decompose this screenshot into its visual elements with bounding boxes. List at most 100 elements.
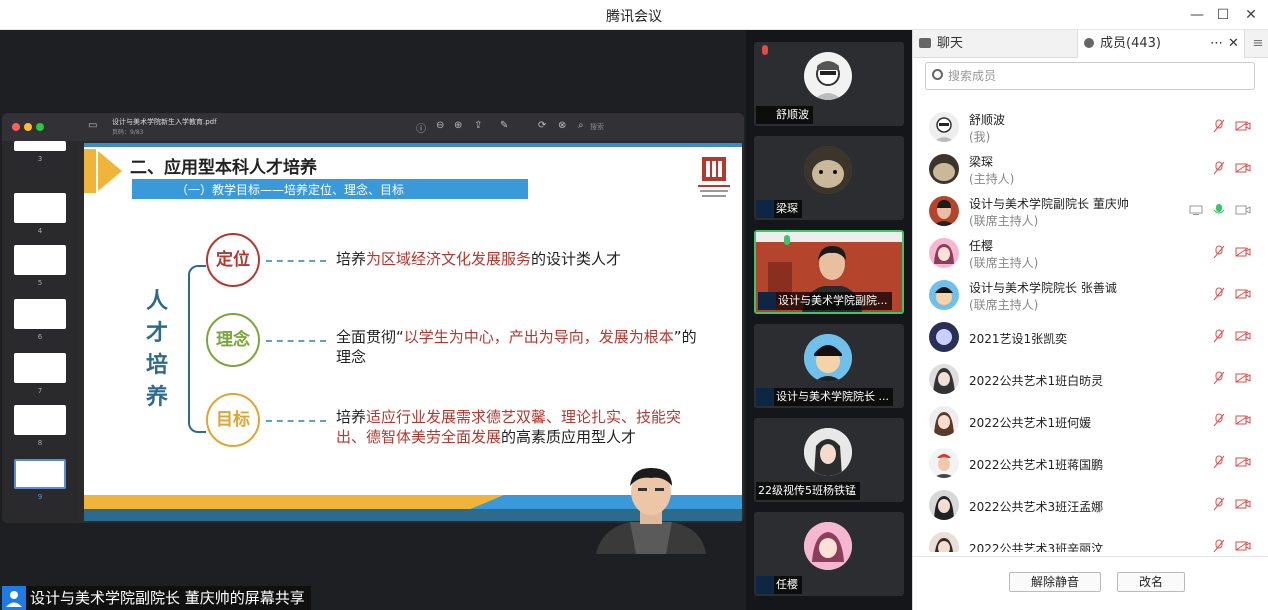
- more-options-icon[interactable]: ⋯: [1210, 30, 1223, 58]
- page-thumbnail[interactable]: [14, 299, 66, 329]
- avatar: [804, 146, 852, 194]
- camera-icon[interactable]: [1235, 205, 1251, 215]
- pdf-search-field[interactable]: 搜索: [590, 122, 604, 132]
- member-row[interactable]: 设计与美术学院副院长 董庆帅 (联席主持人): [913, 190, 1268, 232]
- minimize-button[interactable]: —: [1186, 5, 1208, 25]
- camera-off-icon[interactable]: [1235, 247, 1251, 257]
- avatar: [929, 322, 959, 352]
- member-row[interactable]: 2021艺设1张凯奕: [913, 316, 1268, 358]
- search-placeholder: 搜索成员: [948, 69, 997, 83]
- mic-muted-icon: [762, 45, 768, 55]
- page-thumbnail[interactable]: [14, 353, 66, 383]
- video-tile[interactable]: 任樱: [754, 512, 904, 596]
- mic-muted-icon[interactable]: [1213, 161, 1225, 175]
- page-number: 5: [37, 279, 43, 287]
- member-search-input[interactable]: 搜索成员: [925, 62, 1255, 90]
- member-name: 2021艺设1张凯奕: [969, 332, 1068, 346]
- avatar: [929, 196, 959, 226]
- sidebar-toggle-icon[interactable]: ▭: [88, 120, 97, 131]
- panel-tabs: 聊天 成员(443) ⋯ ✕ ≡: [913, 30, 1268, 58]
- page-thumbnail-selected[interactable]: [14, 459, 66, 489]
- close-dot-icon[interactable]: [12, 123, 20, 131]
- maximize-button[interactable]: ☐: [1212, 5, 1234, 25]
- member-row[interactable]: 2022公共艺术3班辛丽汶: [913, 526, 1268, 552]
- page-thumbnail[interactable]: [14, 405, 66, 435]
- video-tile[interactable]: 设计与美术学院院长 ...: [754, 324, 904, 408]
- member-row[interactable]: 2022公共艺术1班蒋国鹏: [913, 442, 1268, 484]
- page-thumbnail[interactable]: [14, 141, 66, 151]
- avatar: [929, 406, 959, 436]
- mic-muted-icon[interactable]: [1213, 539, 1225, 552]
- item-text-goal: 培养适应行业发展需求德艺双馨、理论扎实、技能突出、德智体美劳全面发展的高素质应用…: [336, 408, 682, 446]
- member-row[interactable]: 舒顺波 (我): [913, 106, 1268, 148]
- member-row[interactable]: 任樱 (联席主持人): [913, 232, 1268, 274]
- annotate-icon[interactable]: ⊗: [558, 120, 566, 131]
- page-number: 9: [37, 493, 43, 501]
- screen-share-status[interactable]: 设计与美术学院副院长 董庆帅的屏幕共享: [2, 586, 311, 610]
- camera-off-icon[interactable]: [1235, 331, 1251, 341]
- avatar: [929, 364, 959, 394]
- share-icon[interactable]: ⇪: [474, 120, 482, 131]
- member-row[interactable]: 2022公共艺术1班何媛: [913, 400, 1268, 442]
- tab-members[interactable]: 成员(443) ⋯ ✕: [1077, 30, 1245, 58]
- zoom-in-icon[interactable]: ⊕: [454, 120, 462, 131]
- mic-muted-icon[interactable]: [1213, 119, 1225, 133]
- mic-muted-icon[interactable]: [1213, 329, 1225, 343]
- member-name: 设计与美术学院院长 张善诚: [969, 281, 1117, 295]
- vertical-char: 人: [146, 289, 169, 314]
- pdf-filename: 设计与美术学院新生入学教育.pdf: [112, 118, 217, 126]
- member-name: 2022公共艺术3班汪孟娜: [969, 500, 1104, 514]
- mic-muted-icon[interactable]: [1213, 371, 1225, 385]
- video-tile[interactable]: 舒顺波: [754, 42, 904, 126]
- pdf-page-info: 页码：9/83: [112, 129, 144, 136]
- close-button[interactable]: ✕: [1240, 5, 1262, 25]
- panel-menu-icon[interactable]: ≡: [1247, 30, 1268, 58]
- rename-button[interactable]: 改名: [1117, 572, 1185, 592]
- camera-off-icon[interactable]: [1235, 121, 1251, 131]
- footer-bar-accent: [84, 495, 504, 509]
- minimize-dot-icon[interactable]: [24, 123, 32, 131]
- camera-off-icon[interactable]: [1235, 373, 1251, 383]
- page-number: 7: [37, 387, 43, 395]
- mic-on-icon[interactable]: [1213, 203, 1225, 217]
- page-number: 3: [37, 155, 43, 163]
- screen-share-area: ▭ 设计与美术学院新生入学教育.pdf 页码：9/83 ⓘ ⊖ ⊕ ⇪ ✎ ⟳ …: [0, 30, 746, 610]
- info-icon[interactable]: ⓘ: [416, 120, 426, 135]
- camera-off-icon[interactable]: [1235, 457, 1251, 467]
- tab-chat[interactable]: 聊天: [913, 30, 1077, 58]
- zoom-out-icon[interactable]: ⊖: [436, 120, 444, 131]
- markup-icon[interactable]: ✎: [500, 120, 508, 131]
- video-tile[interactable]: 22级视传5班杨铁锰: [754, 418, 904, 502]
- mic-muted-icon[interactable]: [1213, 245, 1225, 259]
- camera-off-icon[interactable]: [1235, 541, 1251, 551]
- member-row[interactable]: 2022公共艺术1班白昉灵: [913, 358, 1268, 400]
- page-thumbnail[interactable]: [14, 245, 66, 275]
- page-thumbnail[interactable]: [14, 193, 66, 223]
- rotate-icon[interactable]: ⟳: [538, 120, 546, 131]
- search-icon: [932, 69, 943, 80]
- camera-off-icon[interactable]: [1235, 163, 1251, 173]
- member-role: (联席主持人): [969, 298, 1039, 312]
- unmute-all-button[interactable]: 解除静音: [1009, 572, 1101, 592]
- member-row[interactable]: 设计与美术学院院长 张善诚 (联席主持人): [913, 274, 1268, 316]
- mic-muted-icon[interactable]: [1213, 413, 1225, 427]
- video-tile[interactable]: 梁琛: [754, 136, 904, 220]
- mic-muted-icon[interactable]: [1213, 287, 1225, 301]
- mic-muted-icon[interactable]: [1213, 497, 1225, 511]
- avatar: [804, 428, 852, 476]
- mic-muted-icon[interactable]: [1213, 455, 1225, 469]
- slide-heading: 二、应用型本科人才培养: [130, 158, 317, 178]
- camera-off-icon[interactable]: [1235, 499, 1251, 509]
- user-icon: [2, 586, 26, 610]
- video-tile-active-speaker[interactable]: 设计与美术学院副院...: [754, 230, 904, 314]
- member-row[interactable]: 2022公共艺术3班汪孟娜: [913, 484, 1268, 526]
- search-icon[interactable]: ⌕: [578, 120, 584, 131]
- zoom-dot-icon[interactable]: [36, 123, 44, 131]
- heading-accent: [84, 149, 96, 193]
- camera-off-icon[interactable]: [1235, 289, 1251, 299]
- close-tab-icon[interactable]: ✕: [1228, 30, 1239, 58]
- camera-off-icon[interactable]: [1235, 415, 1251, 425]
- member-row[interactable]: 梁琛 (主持人): [913, 148, 1268, 190]
- mic-on-icon: [784, 235, 790, 245]
- members-icon: [1084, 38, 1094, 48]
